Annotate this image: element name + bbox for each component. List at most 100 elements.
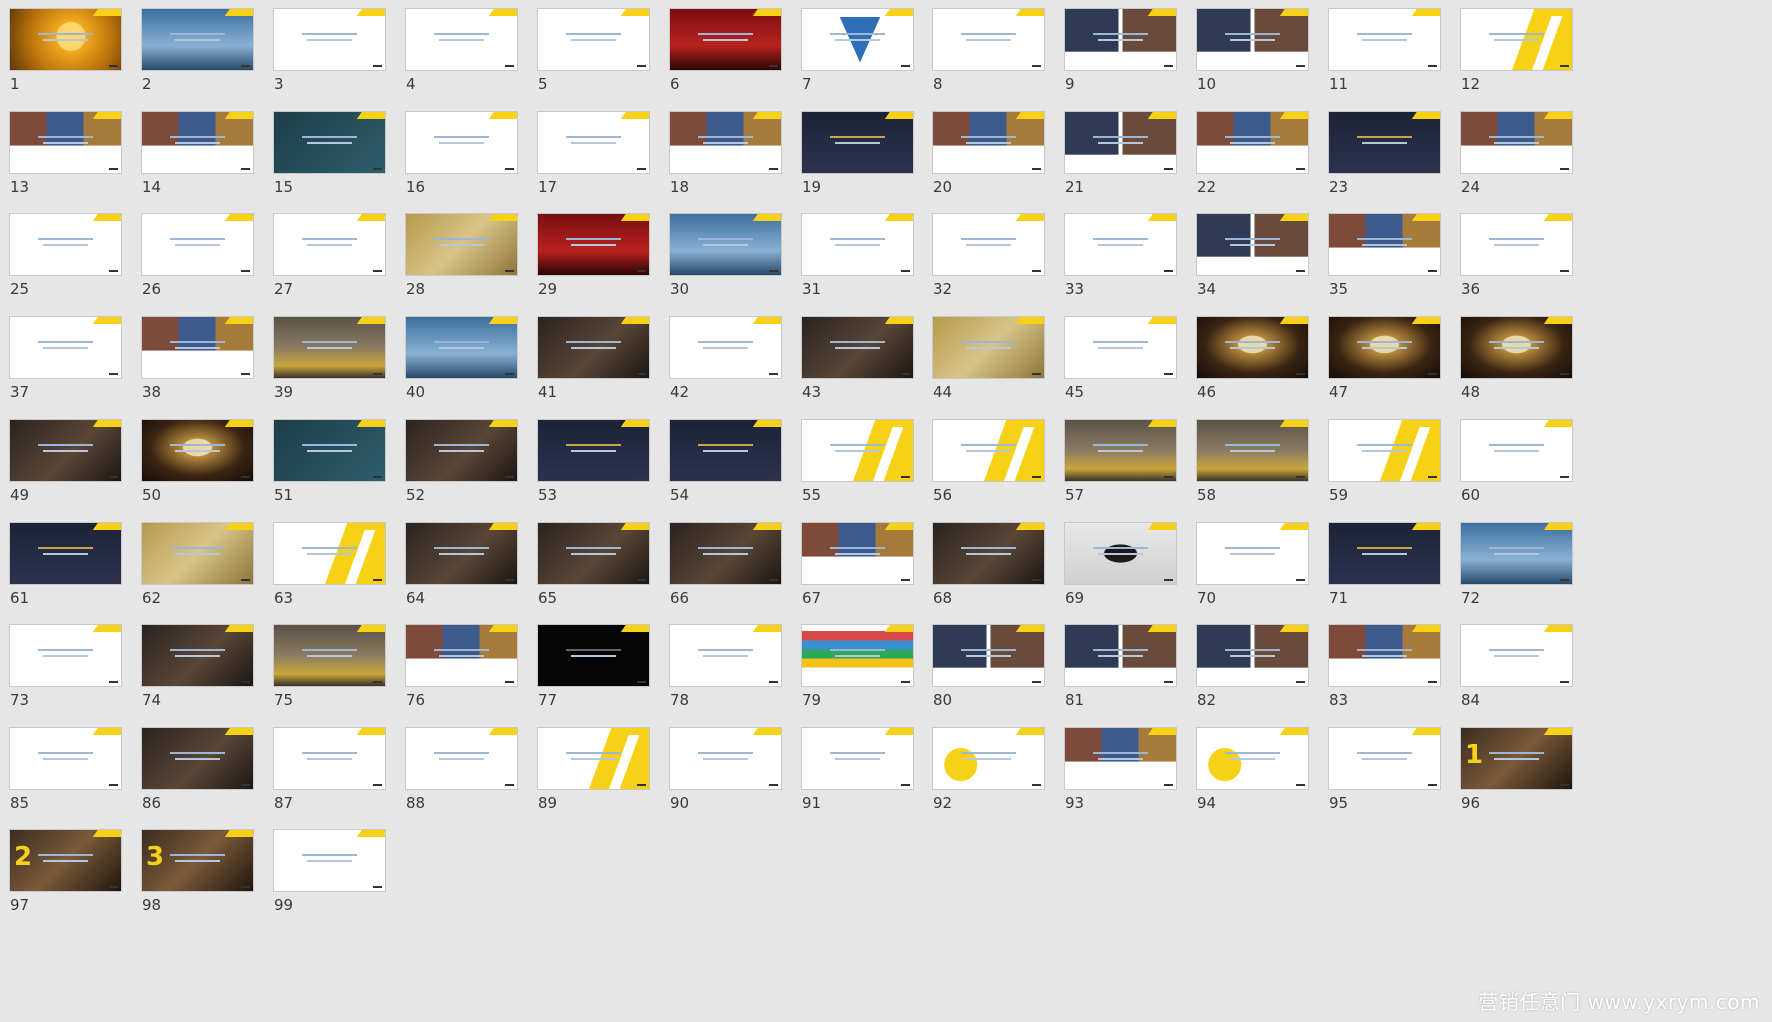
slide-preview[interactable] (273, 624, 386, 687)
slide-thumbnail-item[interactable]: 93 (1064, 727, 1214, 837)
slide-thumbnail-item[interactable]: 21 (1064, 111, 1214, 221)
slide-thumbnail-item[interactable]: 74 (141, 624, 291, 734)
slide-preview[interactable] (801, 213, 914, 276)
slide-thumbnail-item[interactable]: 62 (141, 522, 291, 632)
slide-preview[interactable] (801, 419, 914, 482)
slide-thumbnail-item[interactable]: 31 (801, 213, 951, 323)
slide-thumbnail-item[interactable]: 37 (9, 316, 159, 426)
slide-thumbnail-item[interactable]: 3 (273, 8, 423, 118)
slide-thumbnail-item[interactable]: 24 (1460, 111, 1610, 221)
slide-thumbnail-item[interactable]: 9 (1064, 8, 1214, 118)
slide-thumbnail-item[interactable]: 64 (405, 522, 555, 632)
slide-thumbnail-item[interactable]: 27 (273, 213, 423, 323)
slide-preview[interactable] (669, 111, 782, 174)
slide-preview[interactable] (9, 727, 122, 790)
slide-preview[interactable] (1460, 213, 1573, 276)
slide-preview[interactable] (537, 316, 650, 379)
slide-thumbnail-item[interactable]: 79 (801, 624, 951, 734)
slide-preview[interactable] (405, 316, 518, 379)
slide-preview[interactable] (1328, 522, 1441, 585)
slide-thumbnail-item[interactable]: 54 (669, 419, 819, 529)
slide-preview[interactable] (1196, 111, 1309, 174)
slide-thumbnail-item[interactable]: 6 (669, 8, 819, 118)
slide-thumbnail-item[interactable]: 75 (273, 624, 423, 734)
slide-preview[interactable] (932, 8, 1045, 71)
slide-thumbnail-item[interactable]: 85 (9, 727, 159, 837)
slide-preview[interactable] (1328, 213, 1441, 276)
slide-preview[interactable] (537, 213, 650, 276)
slide-preview[interactable] (537, 419, 650, 482)
slide-preview[interactable] (669, 624, 782, 687)
slide-preview[interactable] (1196, 522, 1309, 585)
slide-thumbnail-item[interactable]: 46 (1196, 316, 1346, 426)
slide-preview[interactable] (1196, 8, 1309, 71)
slide-thumbnail-item[interactable]: 12 (1460, 8, 1610, 118)
slide-preview[interactable] (801, 316, 914, 379)
slide-thumbnail-item[interactable]: 1 96 (1460, 727, 1610, 837)
slide-thumbnail-item[interactable]: 5 (537, 8, 687, 118)
slide-thumbnail-item[interactable]: 13 (9, 111, 159, 221)
slide-preview[interactable] (1196, 316, 1309, 379)
slide-preview[interactable] (1064, 624, 1177, 687)
slide-preview[interactable] (1196, 213, 1309, 276)
slide-thumbnail-item[interactable]: 57 (1064, 419, 1214, 529)
slide-thumbnail-item[interactable]: 80 (932, 624, 1082, 734)
slide-preview[interactable] (669, 316, 782, 379)
slide-thumbnail-item[interactable]: 90 (669, 727, 819, 837)
slide-thumbnail-item[interactable]: 11 (1328, 8, 1478, 118)
slide-preview[interactable] (9, 111, 122, 174)
slide-thumbnail-item[interactable]: 17 (537, 111, 687, 221)
slide-thumbnail-item[interactable]: 91 (801, 727, 951, 837)
slide-thumbnail-item[interactable]: 16 (405, 111, 555, 221)
slide-preview[interactable] (9, 624, 122, 687)
slide-thumbnail-item[interactable]: 67 (801, 522, 951, 632)
slide-thumbnail-item[interactable]: 65 (537, 522, 687, 632)
slide-thumbnail-item[interactable]: 81 (1064, 624, 1214, 734)
slide-preview[interactable] (1064, 8, 1177, 71)
slide-preview[interactable] (801, 8, 914, 71)
slide-preview[interactable] (932, 727, 1045, 790)
slide-preview[interactable] (801, 111, 914, 174)
slide-preview[interactable] (1328, 111, 1441, 174)
slide-preview[interactable] (932, 522, 1045, 585)
slide-preview[interactable] (405, 419, 518, 482)
slide-preview[interactable] (9, 419, 122, 482)
slide-thumbnail-item[interactable]: 30 (669, 213, 819, 323)
slide-preview[interactable] (273, 419, 386, 482)
slide-preview[interactable] (141, 8, 254, 71)
slide-thumbnail-item[interactable]: 73 (9, 624, 159, 734)
slide-thumbnail-item[interactable]: 60 (1460, 419, 1610, 529)
slide-preview[interactable] (537, 111, 650, 174)
slide-thumbnail-item[interactable]: 26 (141, 213, 291, 323)
slide-thumbnail-item[interactable]: 1 (9, 8, 159, 118)
slide-preview[interactable] (273, 8, 386, 71)
slide-thumbnail-item[interactable]: 83 (1328, 624, 1478, 734)
slide-preview[interactable] (141, 111, 254, 174)
slide-thumbnail-item[interactable]: 69 (1064, 522, 1214, 632)
slide-thumbnail-item[interactable]: 45 (1064, 316, 1214, 426)
slide-preview[interactable] (537, 727, 650, 790)
slide-preview[interactable] (9, 316, 122, 379)
slide-preview[interactable] (932, 213, 1045, 276)
slide-preview[interactable] (1328, 624, 1441, 687)
slide-thumbnail-item[interactable]: 87 (273, 727, 423, 837)
slide-preview[interactable] (1460, 522, 1573, 585)
slide-preview[interactable] (669, 727, 782, 790)
slide-thumbnail-item[interactable]: 56 (932, 419, 1082, 529)
slide-preview[interactable] (141, 213, 254, 276)
slide-thumbnail-item[interactable]: 72 (1460, 522, 1610, 632)
slide-thumbnail-item[interactable]: 29 (537, 213, 687, 323)
slide-thumbnail-item[interactable]: 95 (1328, 727, 1478, 837)
slide-preview[interactable] (141, 522, 254, 585)
slide-thumbnail-item[interactable]: 77 (537, 624, 687, 734)
slide-thumbnail-item[interactable]: 99 (273, 829, 423, 939)
slide-thumbnail-item[interactable]: 14 (141, 111, 291, 221)
slide-preview[interactable] (405, 111, 518, 174)
slide-preview[interactable] (932, 624, 1045, 687)
slide-thumbnail-item[interactable]: 68 (932, 522, 1082, 632)
slide-preview[interactable] (273, 316, 386, 379)
slide-preview[interactable] (141, 727, 254, 790)
slide-thumbnail-item[interactable]: 94 (1196, 727, 1346, 837)
slide-preview[interactable] (1064, 316, 1177, 379)
slide-preview[interactable] (9, 8, 122, 71)
